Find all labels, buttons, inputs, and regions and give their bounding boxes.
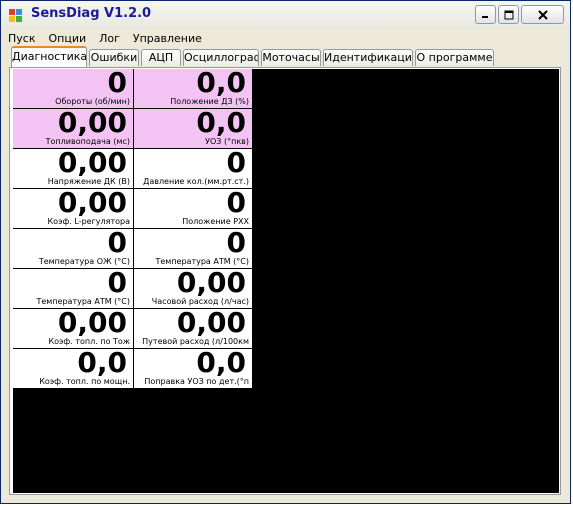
menu-options[interactable]: Опции: [41, 32, 92, 45]
gauge-cell: 0,00 Часовой расход (л/час): [134, 266, 252, 308]
menu-bar: Пуск Опции Лог Управление: [1, 29, 570, 47]
gauge-cell: 0,00 Коэф. L-регулятора: [13, 186, 133, 228]
gauge-cell: 0,00 Напряжение ДК (В): [13, 146, 133, 188]
gauge-value: 0,00: [176, 306, 246, 339]
gauge-value: 0: [226, 226, 246, 259]
gauge-cell: 0,00 Путевой расход (л/100км: [134, 306, 252, 348]
gauge-value: 0,0: [77, 346, 127, 379]
window-title: SensDiag V1.2.0: [31, 6, 152, 21]
tab-diagnostics[interactable]: Диагностика: [11, 46, 87, 68]
gauge-cell: 0,0 УОЗ (°пкв): [134, 106, 252, 148]
minimize-button[interactable]: [475, 5, 496, 24]
diagnostics-panel: 0 Обороты (об/мин) 0,0 Положение ДЗ (%) 0,00…: [9, 67, 561, 495]
gauge-value: 0: [226, 146, 246, 179]
gauge-label: Поправка УОЗ по дет.(°п: [144, 377, 249, 386]
menu-start[interactable]: Пуск: [1, 32, 41, 45]
gauge-value: 0: [226, 186, 246, 219]
minimize-icon: [482, 16, 488, 18]
gauge-cell: 0,0 Положение ДЗ (%): [134, 66, 252, 108]
gauge-cell: 0 Положение РХХ: [134, 186, 252, 228]
gauge-value: 0: [107, 66, 127, 99]
tab-motor-hours[interactable]: Моточасы: [261, 49, 321, 66]
title-bar[interactable]: SensDiag V1.2.0: [1, 1, 570, 30]
gauge-value: 0,00: [176, 266, 246, 299]
gauge-cell: 0 Температура АТМ (°С): [134, 226, 252, 268]
gauge-cell: 0,0 Коэф. топл. по мощн.: [13, 346, 133, 388]
gauge-value: 0: [107, 266, 127, 299]
tab-errors[interactable]: Ошибки: [89, 49, 139, 66]
tab-about[interactable]: О программе: [415, 49, 494, 66]
gauge-cell: 0,00 Коэф. топл. по Тож: [13, 306, 133, 348]
menu-log[interactable]: Лог: [92, 32, 126, 45]
tab-strip: Диагностика Ошибки АЦП Осциллограф Моточ…: [9, 46, 562, 68]
gauge-cell: 0 Температура ОЖ (°С): [13, 226, 133, 268]
menu-control[interactable]: Управление: [126, 32, 208, 45]
gauge-cell: 0 Обороты (об/мин): [13, 66, 133, 108]
maximize-icon: [504, 10, 513, 19]
gauge-value: 0,00: [57, 106, 127, 139]
gauge-value: 0,0: [196, 66, 246, 99]
gauge-label: Коэф. топл. по мощн.: [39, 377, 130, 386]
close-icon: [537, 9, 548, 20]
app-window: SensDiag V1.2.0 Пуск Опции Лог Управлени…: [0, 0, 571, 504]
gauge-cell: 0 Давление кол.(мм.рт.ст.): [134, 146, 252, 188]
gauge-cell: 0,0 Поправка УОЗ по дет.(°п: [134, 346, 252, 388]
tab-identification[interactable]: Идентификация: [323, 49, 413, 66]
tab-oscilloscope[interactable]: Осциллограф: [183, 49, 259, 66]
gauge-value: 0,00: [57, 146, 127, 179]
close-button[interactable]: [521, 5, 564, 24]
gauge-cell: 0,00 Топливоподача (мс): [13, 106, 133, 148]
tab-adc[interactable]: АЦП: [141, 49, 181, 66]
gauge-value: 0,0: [196, 346, 246, 379]
maximize-button[interactable]: [498, 5, 519, 24]
gauge-value: 0,00: [57, 306, 127, 339]
gauge-value: 0,0: [196, 106, 246, 139]
app-icon: [9, 9, 23, 23]
gauge-cell: 0 Температура АТМ (°С): [13, 266, 133, 308]
gauge-value: 0: [107, 226, 127, 259]
gauge-value: 0,00: [57, 186, 127, 219]
